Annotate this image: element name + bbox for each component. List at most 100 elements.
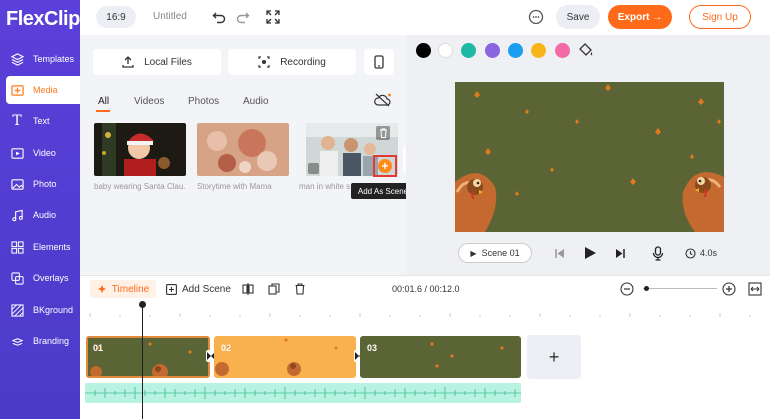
- duration-display[interactable]: 4.0s: [683, 244, 719, 262]
- color-swatch-black[interactable]: [416, 43, 431, 58]
- app-logo[interactable]: FlexClip: [6, 8, 80, 31]
- fullscreen-icon[interactable]: [264, 8, 282, 26]
- sidebar-item-label: BKground: [33, 305, 74, 315]
- trash-icon[interactable]: [376, 126, 390, 140]
- color-swatch-yellow[interactable]: [531, 43, 546, 58]
- color-swatch-pink[interactable]: [555, 43, 570, 58]
- timeline-clip[interactable]: [360, 336, 521, 378]
- text-icon: T: [12, 113, 22, 129]
- aspect-ratio-button[interactable]: 16:9: [96, 6, 136, 28]
- timeline-ruler[interactable]: [80, 303, 770, 317]
- zoom-out-icon[interactable]: [620, 282, 634, 299]
- clip-number: 01: [93, 343, 104, 353]
- thumbnail-caption: baby wearing Santa Clau...: [94, 182, 186, 191]
- timeline-tab[interactable]: Timeline: [90, 280, 156, 298]
- color-swatch-blue[interactable]: [508, 43, 523, 58]
- sidebar-item-label: Media: [33, 85, 58, 95]
- add-scene-button[interactable]: Add Scene: [166, 284, 231, 295]
- sidebar-item-elements[interactable]: Elements: [6, 233, 80, 261]
- tab-all[interactable]: All: [98, 96, 109, 107]
- paint-bucket-icon[interactable]: [578, 42, 594, 61]
- scene-selector[interactable]: ▶ Scene 01: [458, 243, 532, 263]
- media-thumbnail[interactable]: [94, 123, 186, 176]
- sidebar-item-overlays[interactable]: Overlays: [6, 264, 80, 292]
- color-swatch-teal[interactable]: [461, 43, 476, 58]
- play-icon[interactable]: [581, 244, 599, 262]
- plus-square-icon: [166, 284, 177, 295]
- audio-track[interactable]: [85, 383, 521, 403]
- timeline-clip[interactable]: [86, 336, 210, 378]
- local-files-button[interactable]: Local Files: [93, 49, 221, 75]
- layers-icon: [10, 52, 24, 66]
- cloud-off-icon[interactable]: [374, 93, 392, 110]
- play-small-icon: ▶: [470, 248, 477, 258]
- save-button[interactable]: Save: [556, 5, 600, 29]
- recording-button[interactable]: Recording: [228, 49, 356, 75]
- sidebar-item-templates[interactable]: Templates: [6, 45, 80, 73]
- skip-forward-icon[interactable]: [612, 244, 628, 262]
- music-icon: [10, 208, 24, 222]
- overlays-icon: [10, 271, 24, 285]
- clip-number: 02: [221, 343, 232, 353]
- local-files-label: Local Files: [144, 56, 192, 68]
- skip-back-icon[interactable]: [551, 244, 567, 262]
- zoom-slider-handle[interactable]: [644, 286, 649, 291]
- sign-up-button[interactable]: Sign Up: [689, 5, 751, 29]
- scene-icon: [308, 163, 319, 174]
- fit-timeline-icon[interactable]: [748, 282, 762, 299]
- media-thumbnail[interactable]: [197, 123, 289, 176]
- thumbnail-caption: Storytime with Mama: [197, 182, 272, 191]
- phone-icon: [374, 55, 384, 69]
- elements-icon: [10, 240, 24, 254]
- clip-number: 03: [367, 343, 378, 353]
- chat-icon[interactable]: [527, 8, 545, 26]
- tab-audio[interactable]: Audio: [243, 96, 269, 107]
- split-icon[interactable]: [242, 283, 254, 298]
- undo-icon[interactable]: [210, 8, 228, 26]
- playhead[interactable]: [142, 303, 143, 419]
- color-swatch-purple[interactable]: [485, 43, 500, 58]
- timeline-clip[interactable]: [214, 336, 356, 378]
- audio-waveform: [85, 387, 521, 399]
- sidebar-item-label: Text: [33, 116, 50, 126]
- sidebar-item-text[interactable]: T Text: [6, 107, 80, 135]
- timeline-label: Timeline: [111, 283, 150, 295]
- project-title[interactable]: Untitled: [153, 11, 187, 22]
- duplicate-icon[interactable]: [268, 283, 280, 298]
- export-button[interactable]: Export →: [608, 5, 672, 29]
- redo-icon[interactable]: [234, 8, 252, 26]
- sidebar-item-audio[interactable]: Audio: [6, 201, 80, 229]
- phone-upload-button[interactable]: [364, 49, 394, 75]
- preview-canvas[interactable]: [455, 82, 724, 232]
- sidebar-item-label: Templates: [33, 54, 75, 64]
- delete-icon[interactable]: [294, 283, 306, 298]
- playhead-handle[interactable]: [139, 301, 146, 308]
- duration-label: 4.0s: [699, 248, 717, 258]
- scene-label: Scene 01: [481, 248, 520, 258]
- upload-icon: [122, 56, 134, 68]
- sidebar-item-label: Branding: [33, 336, 70, 346]
- tab-videos[interactable]: Videos: [134, 96, 164, 107]
- sidebar-item-branding[interactable]: Branding: [6, 327, 80, 355]
- sidebar-item-media[interactable]: Media: [6, 76, 80, 104]
- sidebar-item-video[interactable]: Video: [6, 139, 80, 167]
- sidebar-item-photo[interactable]: Photo: [6, 170, 80, 198]
- microphone-icon[interactable]: [650, 244, 666, 262]
- add-clip-button[interactable]: +: [527, 335, 581, 379]
- background-icon: [10, 303, 24, 317]
- timeline-icon: [97, 284, 107, 294]
- plus-icon: +: [378, 159, 392, 173]
- sidebar-item-label: Audio: [33, 210, 57, 220]
- sidebar-item-label: Photo: [33, 179, 57, 189]
- record-icon: [258, 56, 270, 68]
- add-scene-label: Add Scene: [182, 284, 231, 295]
- active-tab-indicator: [96, 110, 110, 112]
- zoom-in-icon[interactable]: [722, 282, 736, 299]
- sidebar-item-bkground[interactable]: BKground: [6, 296, 80, 324]
- media-icon: [10, 83, 24, 97]
- thumbnail-caption: man in white s...: [299, 182, 351, 191]
- tab-photos[interactable]: Photos: [188, 96, 219, 107]
- color-swatch-white[interactable]: [438, 43, 453, 58]
- add-as-scene-button[interactable]: +: [373, 155, 397, 177]
- zoom-slider-track[interactable]: [643, 288, 717, 289]
